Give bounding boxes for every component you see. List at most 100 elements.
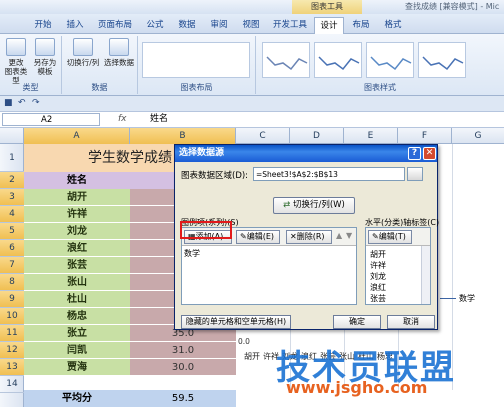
- average-value-cell[interactable]: 59.5: [130, 390, 236, 407]
- name-box[interactable]: A2: [2, 113, 100, 126]
- column-header-g[interactable]: G: [452, 128, 504, 144]
- tab-page-layout[interactable]: 页面布局: [92, 17, 138, 34]
- cancel-button[interactable]: 取消: [387, 315, 435, 329]
- save-icon[interactable]: ■: [4, 98, 13, 108]
- column-header-b[interactable]: B: [130, 128, 236, 144]
- tab-layout[interactable]: 布局: [346, 17, 376, 34]
- header-cell-name[interactable]: 姓名: [24, 172, 130, 189]
- move-down-icon[interactable]: ▼: [346, 231, 356, 243]
- column-header-e[interactable]: E: [344, 128, 398, 144]
- name-cell[interactable]: 许祥: [24, 206, 130, 223]
- tab-insert[interactable]: 插入: [60, 17, 90, 34]
- undo-icon[interactable]: ↶: [18, 98, 26, 108]
- axis-label-item[interactable]: 许祥: [370, 260, 386, 271]
- close-icon[interactable]: ✕: [423, 147, 436, 160]
- row-header[interactable]: 12: [0, 342, 24, 359]
- series-list-item[interactable]: 数学: [184, 248, 200, 259]
- dialog-title-bar[interactable]: 选择数据源 ? ✕: [175, 145, 437, 162]
- axis-label-item[interactable]: 浪红: [370, 282, 386, 293]
- name-cell[interactable]: 张芸: [24, 257, 130, 274]
- row-header[interactable]: 3: [0, 189, 24, 206]
- tab-developer[interactable]: 开发工具: [268, 17, 312, 34]
- chart-style-3[interactable]: [366, 42, 414, 78]
- tab-data[interactable]: 数据: [172, 17, 202, 34]
- edit-axis-label: 编辑(T): [378, 232, 406, 241]
- group-styles-label: 图表样式: [364, 83, 396, 92]
- axis-label-item[interactable]: 张芸: [370, 293, 386, 304]
- tab-view[interactable]: 视图: [236, 17, 266, 34]
- select-all-corner[interactable]: [0, 128, 24, 144]
- column-header-c[interactable]: C: [236, 128, 290, 144]
- switch-label: 切换行/列(W): [292, 200, 345, 210]
- help-icon[interactable]: ?: [408, 147, 421, 160]
- axis-labels-panel: ✎编辑(T) 胡开 许祥 刘龙 浪红 张芸: [365, 227, 431, 305]
- chart-legend[interactable]: 数学: [440, 293, 475, 304]
- row-header[interactable]: 8: [0, 274, 24, 291]
- select-data-button[interactable]: 选择数据: [102, 38, 136, 67]
- tab-formulas[interactable]: 公式: [140, 17, 170, 34]
- formula-input[interactable]: 姓名: [150, 113, 168, 126]
- tab-home[interactable]: 开始: [28, 17, 58, 34]
- chart-style-1[interactable]: [262, 42, 310, 78]
- move-up-icon[interactable]: ▲: [336, 231, 346, 243]
- score-cell[interactable]: 31.0: [130, 342, 236, 359]
- axis-label-item[interactable]: 刘龙: [370, 271, 386, 282]
- hidden-empty-cells-button[interactable]: 隐藏的单元格和空单元格(H): [181, 315, 291, 329]
- name-cell[interactable]: 贾海: [24, 359, 130, 376]
- switch-row-col-label: 切换行/列: [66, 58, 100, 67]
- row-header[interactable]: 6: [0, 240, 24, 257]
- save-template-label: 另存为 模板: [33, 58, 57, 76]
- row-header[interactable]: 7: [0, 257, 24, 274]
- chart-layout-gallery[interactable]: [142, 42, 250, 78]
- tab-review[interactable]: 审阅: [204, 17, 234, 34]
- column-header-d[interactable]: D: [290, 128, 344, 144]
- row-header[interactable]: 13: [0, 359, 24, 376]
- row-header[interactable]: 2: [0, 172, 24, 189]
- group-chart-styles: 图表样式: [256, 36, 504, 94]
- delete-series-button[interactable]: ✕删除(R): [286, 230, 332, 244]
- name-cell[interactable]: 杨忠: [24, 308, 130, 325]
- row-header[interactable]: 9: [0, 291, 24, 308]
- name-cell[interactable]: 胡开: [24, 189, 130, 206]
- name-cell[interactable]: 张立: [24, 325, 130, 342]
- column-header-f[interactable]: F: [398, 128, 452, 144]
- row-header[interactable]: 1: [0, 144, 24, 172]
- tab-design[interactable]: 设计: [314, 17, 344, 34]
- redo-icon[interactable]: ↷: [32, 98, 40, 108]
- score-cell[interactable]: 30.0: [130, 359, 236, 376]
- name-cell[interactable]: 浪红: [24, 240, 130, 257]
- fx-icon[interactable]: fx: [118, 114, 127, 124]
- chart-style-4[interactable]: [418, 42, 466, 78]
- add-button-highlight: [180, 221, 232, 239]
- row-header[interactable]: 11: [0, 325, 24, 342]
- axis-label-item[interactable]: 胡开: [370, 249, 386, 260]
- tab-format[interactable]: 格式: [378, 17, 408, 34]
- row-header[interactable]: 10: [0, 308, 24, 325]
- group-type-label: 类型: [22, 83, 39, 92]
- name-cell[interactable]: 刘龙: [24, 223, 130, 240]
- row-header[interactable]: 14: [0, 376, 24, 393]
- switch-row-col-button[interactable]: 切换行/列: [66, 38, 100, 67]
- name-cell[interactable]: 张山: [24, 274, 130, 291]
- save-template-button[interactable]: 另存为 模板: [32, 38, 58, 76]
- edit-series-button[interactable]: ✎编辑(E): [236, 230, 280, 244]
- change-chart-type-button[interactable]: 更改 图表类型: [3, 38, 29, 85]
- ok-button[interactable]: 确定: [333, 315, 381, 329]
- column-header-a[interactable]: A: [24, 128, 130, 144]
- chart-x-tick-label: 胡开: [244, 352, 260, 361]
- delete-icon: ✕: [290, 232, 297, 241]
- average-label-cell[interactable]: 平均分: [24, 390, 130, 407]
- switch-row-column-button[interactable]: ⇄ 切换行/列(W): [273, 197, 355, 214]
- chart-style-2[interactable]: [314, 42, 362, 78]
- name-cell[interactable]: 闫凯: [24, 342, 130, 359]
- range-collapse-icon[interactable]: [407, 167, 423, 181]
- row-header[interactable]: 4: [0, 206, 24, 223]
- row-header[interactable]: 5: [0, 223, 24, 240]
- edit-label: 编辑(E): [246, 232, 274, 241]
- chart-axis-zero: 0.0: [238, 337, 250, 346]
- chart-data-range-input[interactable]: =Sheet3!$A$2:$B$13: [253, 167, 405, 181]
- name-cell[interactable]: 杜山: [24, 291, 130, 308]
- axis-labels-scrollbar[interactable]: [421, 246, 430, 304]
- watermark-url: www.jsgho.com: [286, 378, 428, 397]
- edit-axis-labels-button[interactable]: ✎编辑(T): [368, 230, 412, 244]
